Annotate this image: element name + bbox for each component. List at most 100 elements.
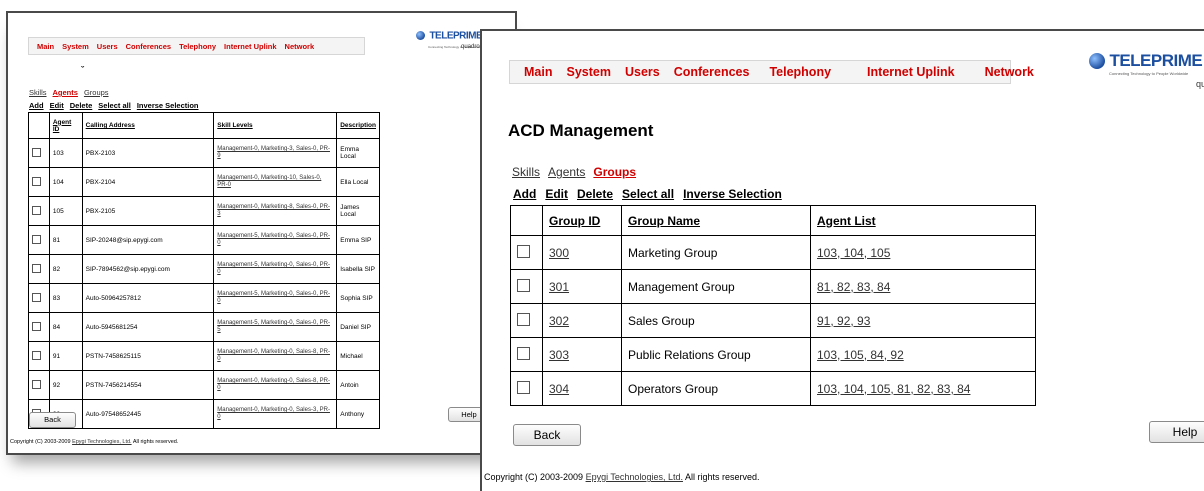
nav-item-main[interactable]: Main — [524, 65, 552, 79]
row-checkbox[interactable] — [517, 278, 530, 292]
group-id-link[interactable]: 302 — [549, 314, 569, 328]
teleprime-logo: TELEPRIME Connecting Technology to Peopl… — [1089, 51, 1204, 89]
row-checkbox[interactable] — [32, 234, 41, 244]
row-checkbox[interactable] — [517, 244, 530, 258]
nav-item-users[interactable]: Users — [97, 42, 118, 51]
logo-tagline: Connecting Technology to People Worldwid… — [1109, 71, 1189, 76]
row-checkbox[interactable] — [32, 379, 41, 389]
agents-window: Main System Users Conferences Telephony … — [6, 11, 517, 455]
row-checkbox[interactable] — [517, 312, 530, 326]
skill-levels-link[interactable]: Management-0, Marketing-0, Sales-8, PR-0 — [217, 378, 330, 391]
group-id-link[interactable]: 300 — [549, 246, 569, 260]
row-checkbox[interactable] — [517, 346, 530, 360]
skill-levels-link[interactable]: Management-5, Marketing-0, Sales-0, PR-0 — [217, 262, 330, 275]
header-description[interactable]: Description — [336, 112, 380, 139]
table-row: 300 Marketing Group 103, 104, 105 — [510, 235, 1036, 270]
select-all-link[interactable]: Select all — [622, 187, 674, 201]
edit-link[interactable]: Edit — [545, 187, 568, 201]
agent-list-link[interactable]: 103, 104, 105, 81, 82, 83, 84 — [817, 382, 970, 396]
tab-skills[interactable]: Skills — [512, 165, 540, 179]
tab-groups[interactable]: Groups — [593, 165, 636, 179]
header-group-name[interactable]: Group Name — [621, 205, 811, 236]
calling-address-cell: SIP-20248@sip.epygi.com — [81, 225, 215, 255]
row-checkbox[interactable] — [32, 292, 41, 302]
header-skill-levels[interactable]: Skill Levels — [213, 112, 338, 139]
description-cell: Ella Local — [336, 167, 380, 197]
header-agent-id[interactable]: Agent ID — [48, 112, 83, 139]
group-id-link[interactable]: 301 — [549, 280, 569, 294]
nav-item-conferences[interactable]: Conferences — [674, 65, 750, 79]
row-checkbox[interactable] — [32, 321, 41, 331]
nav-item-main[interactable]: Main — [37, 42, 54, 51]
nav-item-internet-uplink[interactable]: Internet Uplink — [867, 65, 955, 79]
nav-item-telephony[interactable]: Telephony — [769, 65, 831, 79]
skill-levels-link[interactable]: Management-0, Marketing-10, Sales-0, PR-… — [217, 175, 321, 188]
group-id-link[interactable]: 304 — [549, 382, 569, 396]
table-row: 303 Public Relations Group 103, 105, 84,… — [510, 337, 1036, 372]
copyright-suffix: All rights reserved. — [131, 439, 179, 445]
row-checkbox[interactable] — [32, 205, 41, 215]
group-name-cell: Public Relations Group — [621, 337, 811, 372]
agent-id-cell: 103 — [48, 138, 83, 168]
nav-item-network[interactable]: Network — [285, 42, 315, 51]
row-checkbox[interactable] — [32, 263, 41, 273]
skill-levels-link[interactable]: Management-0, Marketing-0, Sales-8, PR-0 — [217, 349, 330, 362]
row-checkbox[interactable] — [517, 380, 530, 394]
epygi-link[interactable]: Epygi Technologies, Ltd. — [72, 439, 132, 445]
agent-list-cell: 103, 104, 105 — [810, 235, 1036, 270]
skill-levels-cell: Management-5, Marketing-0, Sales-0, PR-5 — [213, 312, 338, 342]
delete-link[interactable]: Delete — [70, 101, 93, 110]
row-checkbox[interactable] — [32, 176, 41, 186]
skill-levels-link[interactable]: Management-0, Marketing-3, Sales-0, PR-9 — [217, 146, 330, 159]
row-select-cell — [510, 303, 543, 338]
skill-levels-link[interactable]: Management-5, Marketing-0, Sales-0, PR-0 — [217, 291, 330, 304]
group-id-link[interactable]: 303 — [549, 348, 569, 362]
skill-levels-link[interactable]: Management-0, Marketing-0, Sales-3, PR-0 — [217, 407, 330, 420]
header-checkbox-col — [510, 205, 543, 236]
table-row: 83 Auto-50964257812 Management-5, Market… — [28, 283, 380, 313]
header-group-id[interactable]: Group ID — [542, 205, 622, 236]
skill-levels-link[interactable]: Management-5, Marketing-0, Sales-0, PR-0 — [217, 233, 330, 246]
table-row: 91 PSTN-7458625115 Management-0, Marketi… — [28, 341, 380, 371]
back-button[interactable]: Back — [29, 412, 76, 428]
header-agent-list[interactable]: Agent List — [810, 205, 1036, 236]
tab-skills[interactable]: Skills — [29, 88, 47, 97]
row-select-cell — [510, 235, 543, 270]
tab-agents[interactable]: Agents — [53, 88, 78, 97]
skill-levels-link[interactable]: Management-0, Marketing-8, Sales-0, PR-3 — [217, 204, 330, 217]
back-button[interactable]: Back — [513, 424, 581, 446]
nav-item-network[interactable]: Network — [985, 65, 1034, 79]
skill-levels-link[interactable]: Management-5, Marketing-0, Sales-0, PR-5 — [217, 320, 330, 333]
description-cell: Isabella SIP — [336, 254, 380, 284]
description-cell: Antoin — [336, 370, 380, 400]
table-row: 92 PSTN-7456214554 Management-0, Marketi… — [28, 370, 380, 400]
nav-item-system[interactable]: System — [62, 42, 89, 51]
agent-list-link[interactable]: 81, 82, 83, 84 — [817, 280, 890, 294]
delete-link[interactable]: Delete — [577, 187, 613, 201]
edit-link[interactable]: Edit — [50, 101, 64, 110]
agent-list-link[interactable]: 103, 105, 84, 92 — [817, 348, 904, 362]
nav-item-internet-uplink[interactable]: Internet Uplink — [224, 42, 277, 51]
header-calling-address[interactable]: Calling Address — [81, 112, 215, 139]
group-name-cell: Operators Group — [621, 371, 811, 406]
table-header-row: Agent ID Calling Address Skill Levels De… — [28, 112, 380, 139]
agent-list-link[interactable]: 91, 92, 93 — [817, 314, 870, 328]
calling-address-cell: Auto-5945681254 — [81, 312, 215, 342]
nav-item-conferences[interactable]: Conferences — [126, 42, 171, 51]
tab-agents[interactable]: Agents — [548, 165, 585, 179]
tab-groups[interactable]: Groups — [84, 88, 109, 97]
inverse-selection-link[interactable]: Inverse Selection — [137, 101, 199, 110]
agent-list-link[interactable]: 103, 104, 105 — [817, 246, 890, 260]
help-button[interactable]: Help — [1149, 421, 1204, 443]
group-id-cell: 303 — [542, 337, 622, 372]
nav-item-telephony[interactable]: Telephony — [179, 42, 216, 51]
epygi-link[interactable]: Epygi Technologies, Ltd. — [586, 472, 683, 482]
add-link[interactable]: Add — [29, 101, 44, 110]
row-checkbox[interactable] — [32, 350, 41, 360]
nav-item-system[interactable]: System — [566, 65, 610, 79]
row-checkbox[interactable] — [32, 147, 41, 157]
nav-item-users[interactable]: Users — [625, 65, 660, 79]
add-link[interactable]: Add — [513, 187, 536, 201]
select-all-link[interactable]: Select all — [98, 101, 131, 110]
inverse-selection-link[interactable]: Inverse Selection — [683, 187, 782, 201]
